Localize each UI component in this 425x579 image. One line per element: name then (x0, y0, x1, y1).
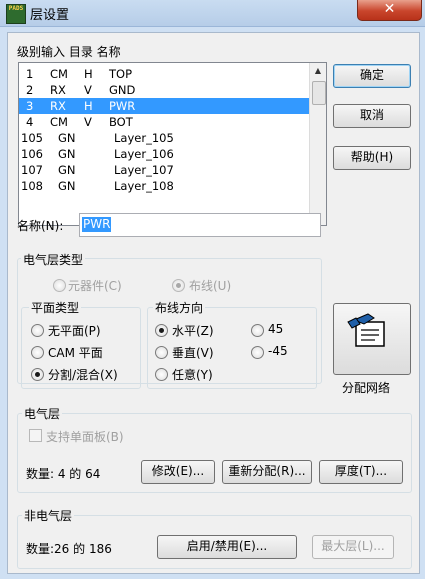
list-scrollbar[interactable]: ▲ ▼ (309, 63, 326, 225)
name-label: 名称(N): (17, 219, 64, 233)
list-item[interactable]: 106 GN Layer_106 (19, 146, 309, 162)
diag-neg45-radio[interactable] (251, 346, 264, 359)
list-item[interactable]: 108 GN Layer_108 (19, 178, 309, 194)
electrical-layer-type-title: 电气层类型 (21, 251, 86, 268)
assign-nets-icon (347, 313, 385, 347)
list-item-selected[interactable]: 3 RX H PWR (19, 98, 309, 114)
no-plane-label: 无平面(P) (48, 324, 101, 338)
single-sided-checkbox[interactable] (29, 429, 42, 442)
ok-button[interactable]: 确定 (333, 64, 411, 88)
window-title: 层设置 (30, 8, 70, 23)
app-logo-icon: PADS (6, 4, 26, 24)
component-radio[interactable] (53, 279, 66, 292)
vertical-label: 垂直(V) (172, 346, 214, 360)
routing-label: 布线(U) (189, 279, 232, 293)
diag-45-label: 45 (268, 322, 284, 336)
no-plane-radio[interactable] (31, 324, 44, 337)
component-label: 元器件(C) (68, 279, 122, 293)
single-sided-label: 支持单面板(B) (46, 430, 124, 444)
horizontal-radio[interactable] (155, 324, 168, 337)
name-input[interactable]: PWR (79, 213, 321, 237)
title-bar: PADS 层设置 ✕ (0, 0, 425, 27)
layers-list-header: 级别输入 目录 名称 (17, 45, 121, 59)
scroll-thumb[interactable] (312, 81, 326, 105)
any-direction-label: 任意(Y) (172, 368, 213, 382)
split-mixed-label: 分割/混合(X) (48, 368, 118, 382)
enable-disable-button[interactable]: 启用/禁用(E)... (157, 535, 297, 559)
list-item[interactable]: 1 CM H TOP (19, 66, 309, 82)
non-electrical-layer-count: 数量:26 的 186 (26, 542, 112, 556)
cam-plane-radio[interactable] (31, 346, 44, 359)
electrical-layers-title: 电气层 (22, 405, 63, 422)
list-item[interactable]: 107 GN Layer_107 (19, 162, 309, 178)
help-button[interactable]: 帮助(H) (333, 146, 411, 170)
close-button[interactable]: ✕ (357, 0, 422, 21)
vertical-radio[interactable] (155, 346, 168, 359)
electrical-layer-count: 数量: 4 的 64 (26, 467, 101, 481)
dialog-body: 级别输入 目录 名称 1 CM H TOP 2 RX V GND 3 RX H PWR 4 CM V B… (7, 32, 420, 574)
split-mixed-radio[interactable] (31, 368, 44, 381)
horizontal-label: 水平(Z) (172, 324, 214, 338)
non-electrical-layers-title: 非电气层 (22, 507, 75, 524)
list-item[interactable]: 4 CM V BOT (19, 114, 309, 130)
list-item[interactable]: 2 RX V GND (19, 82, 309, 98)
modify-button[interactable]: 修改(E)... (141, 460, 215, 484)
any-direction-radio[interactable] (155, 368, 168, 381)
assign-nets-button[interactable] (333, 303, 411, 375)
reassign-button[interactable]: 重新分配(R)... (222, 460, 312, 484)
name-input-value: PWR (82, 217, 112, 232)
layers-list[interactable]: 1 CM H TOP 2 RX V GND 3 RX H PWR 4 CM V BOT 105 GN Lay… (18, 62, 327, 226)
assign-nets-label: 分配网络 (342, 381, 391, 395)
routing-radio[interactable] (172, 279, 185, 292)
routing-direction-title: 布线方向 (153, 299, 206, 316)
list-item[interactable]: 105 GN Layer_105 (19, 130, 309, 146)
diag-45-radio[interactable] (251, 324, 264, 337)
thickness-button[interactable]: 厚度(T)... (319, 460, 403, 484)
cancel-button[interactable]: 取消 (333, 104, 411, 128)
plane-type-title: 平面类型 (29, 299, 82, 316)
scroll-up-icon[interactable]: ▲ (310, 63, 326, 79)
cam-plane-label: CAM 平面 (48, 346, 103, 360)
max-layers-button[interactable]: 最大层(L)... (312, 535, 394, 559)
diag-neg45-label: -45 (268, 344, 288, 358)
